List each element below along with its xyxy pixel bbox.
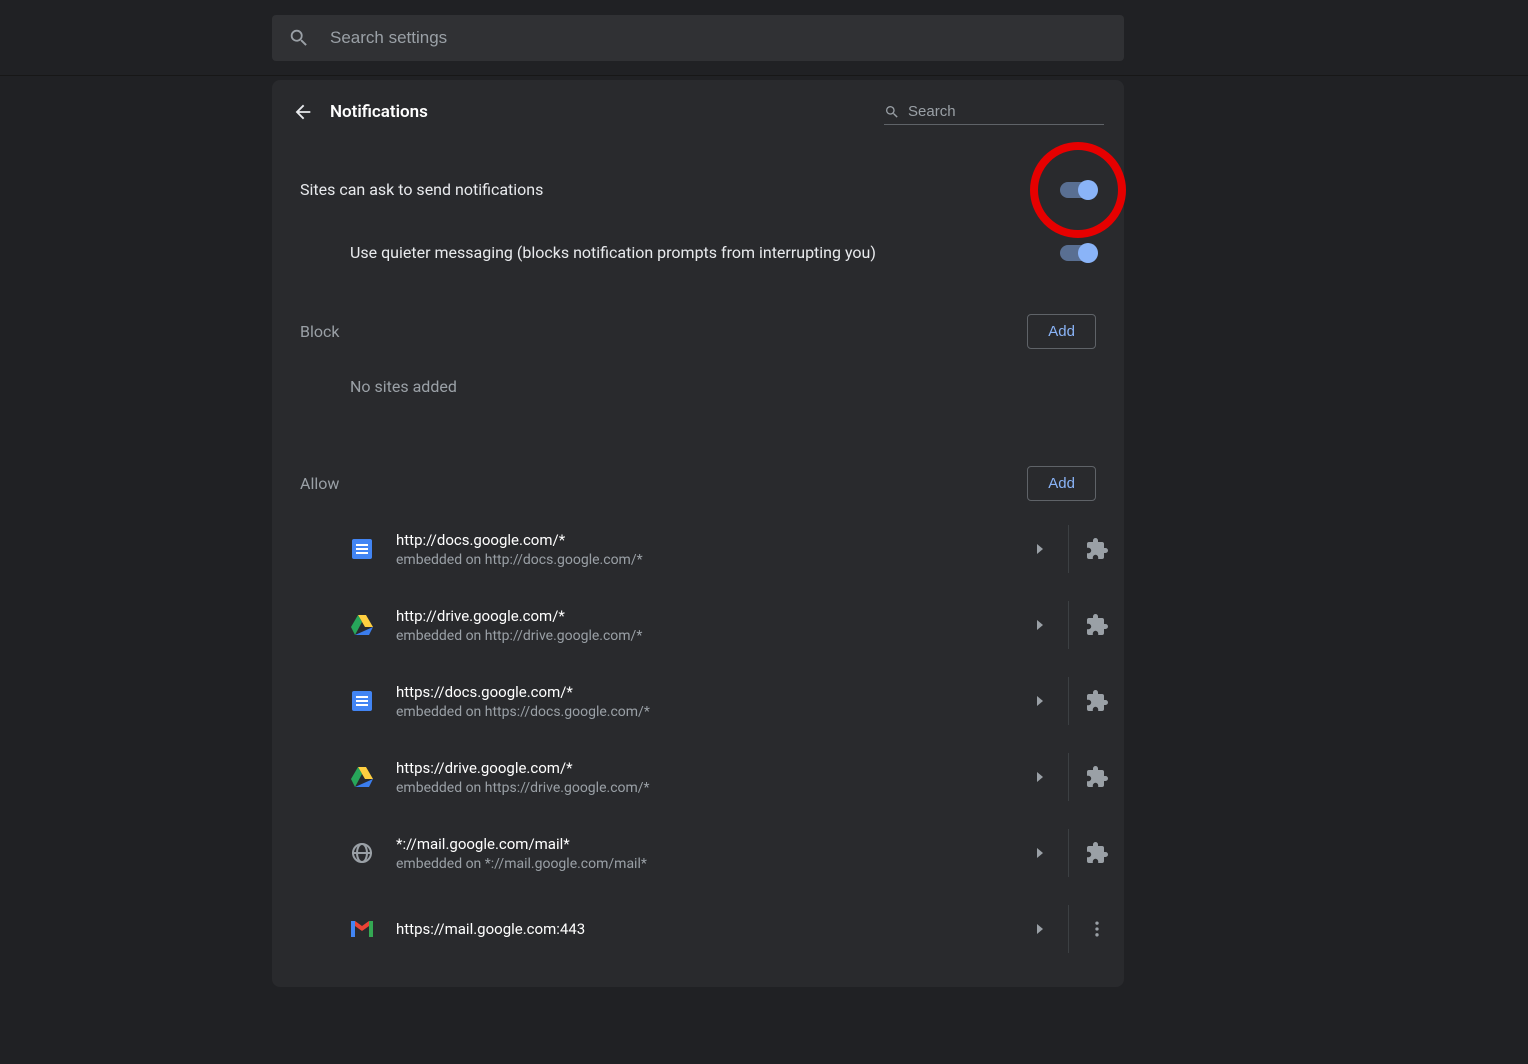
page-search[interactable] [884, 99, 1104, 125]
globe-icon [352, 843, 372, 863]
search-icon [288, 27, 310, 49]
site-action-button[interactable] [1068, 601, 1124, 649]
site-url: https://docs.google.com/* [396, 683, 1012, 701]
gmail-icon [351, 921, 373, 937]
settings-card: Notifications Sites can ask to send noti… [272, 80, 1124, 987]
section-label: Allow [300, 474, 1027, 493]
chevron-right-icon [1035, 772, 1045, 782]
site-subtext: embedded on https://docs.google.com/* [396, 704, 1012, 720]
chevron-right-icon [1035, 696, 1045, 706]
site-url: http://drive.google.com/* [396, 607, 1012, 625]
site-expand-button[interactable] [1012, 753, 1068, 801]
extension-icon [1085, 841, 1109, 865]
site-expand-button[interactable] [1012, 677, 1068, 725]
chevron-right-icon [1035, 544, 1045, 554]
block-add-button[interactable]: Add [1027, 314, 1096, 349]
back-arrow-icon[interactable] [292, 101, 314, 123]
docs-icon [352, 539, 372, 559]
page-title: Notifications [330, 102, 428, 122]
site-action-button[interactable] [1068, 829, 1124, 877]
block-section-header: Block Add [272, 284, 1124, 359]
quiet-toggle[interactable] [1060, 245, 1096, 261]
docs-icon [352, 691, 372, 711]
site-row[interactable]: *://mail.google.com/mail* embedded on *:/… [272, 815, 1124, 891]
page-search-input[interactable] [908, 99, 1104, 124]
site-subtext: embedded on http://drive.google.com/* [396, 628, 1012, 644]
site-url: https://mail.google.com:443 [396, 920, 1012, 938]
toggle-row-ask: Sites can ask to send notifications [272, 140, 1124, 221]
toggle-label: Sites can ask to send notifications [300, 180, 1060, 199]
section-label: Block [300, 322, 1027, 341]
site-action-button[interactable] [1068, 753, 1124, 801]
site-expand-button[interactable] [1012, 829, 1068, 877]
extension-icon [1085, 765, 1109, 789]
site-row[interactable]: https://docs.google.com/* embedded on htt… [272, 663, 1124, 739]
more-icon [1087, 919, 1107, 939]
site-row[interactable]: https://mail.google.com:443 [272, 891, 1124, 967]
toggle-row-quiet: Use quieter messaging (blocks notificati… [272, 221, 1124, 284]
site-action-button[interactable] [1068, 905, 1124, 953]
site-subtext: embedded on https://drive.google.com/* [396, 780, 1012, 796]
drive-icon [351, 767, 373, 787]
chevron-right-icon [1035, 924, 1045, 934]
site-row[interactable]: http://drive.google.com/* embedded on htt… [272, 587, 1124, 663]
site-url: http://docs.google.com/* [396, 531, 1012, 549]
site-action-button[interactable] [1068, 525, 1124, 573]
site-expand-button[interactable] [1012, 525, 1068, 573]
toggle-label: Use quieter messaging (blocks notificati… [350, 243, 1060, 262]
ask-toggle[interactable] [1060, 182, 1096, 198]
site-action-button[interactable] [1068, 677, 1124, 725]
site-url: *://mail.google.com/mail* [396, 835, 1012, 853]
extension-icon [1085, 689, 1109, 713]
site-subtext: embedded on *://mail.google.com/mail* [396, 856, 1012, 872]
search-icon [884, 103, 900, 121]
global-search-input[interactable] [330, 28, 1108, 48]
site-url: https://drive.google.com/* [396, 759, 1012, 777]
global-search[interactable] [272, 15, 1124, 61]
chevron-right-icon [1035, 620, 1045, 630]
chevron-right-icon [1035, 848, 1045, 858]
drive-icon [351, 615, 373, 635]
site-row[interactable]: http://docs.google.com/* embedded on http… [272, 511, 1124, 587]
allow-add-button[interactable]: Add [1027, 466, 1096, 501]
top-bar [0, 0, 1528, 76]
block-empty-text: No sites added [272, 359, 1124, 426]
allow-section-header: Allow Add [272, 426, 1124, 511]
site-row[interactable]: https://drive.google.com/* embedded on ht… [272, 739, 1124, 815]
site-subtext: embedded on http://docs.google.com/* [396, 552, 1012, 568]
extension-icon [1085, 537, 1109, 561]
site-expand-button[interactable] [1012, 601, 1068, 649]
site-expand-button[interactable] [1012, 905, 1068, 953]
extension-icon [1085, 613, 1109, 637]
